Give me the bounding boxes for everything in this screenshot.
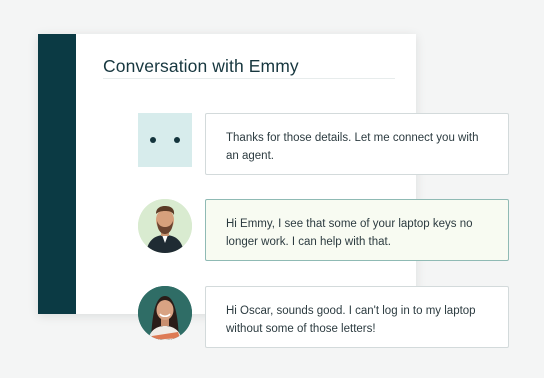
message-text: Hi Emmy, I see that some of your laptop … [226, 218, 473, 248]
bot-eye-left [150, 137, 156, 143]
agent-avatar [138, 199, 192, 253]
message-text: Thanks for those details. Let me connect… [226, 132, 479, 162]
title-divider [103, 78, 395, 79]
message-bubble-customer: Hi Oscar, sounds good. I can't log in to… [205, 286, 509, 348]
conversation-title: Conversation with Emmy [103, 56, 299, 76]
message-bubble-bot: Thanks for those details. Let me connect… [205, 113, 509, 175]
customer-portrait-icon [138, 286, 192, 340]
message-bubble-agent: Hi Emmy, I see that some of your laptop … [205, 199, 509, 261]
sidebar-accent-bar [38, 34, 76, 314]
message-text: Hi Oscar, sounds good. I can't log in to… [226, 305, 476, 335]
agent-portrait-icon [138, 199, 192, 253]
chatbot-face-icon [138, 113, 192, 167]
customer-avatar [138, 286, 192, 340]
bot-eye-right [174, 137, 180, 143]
